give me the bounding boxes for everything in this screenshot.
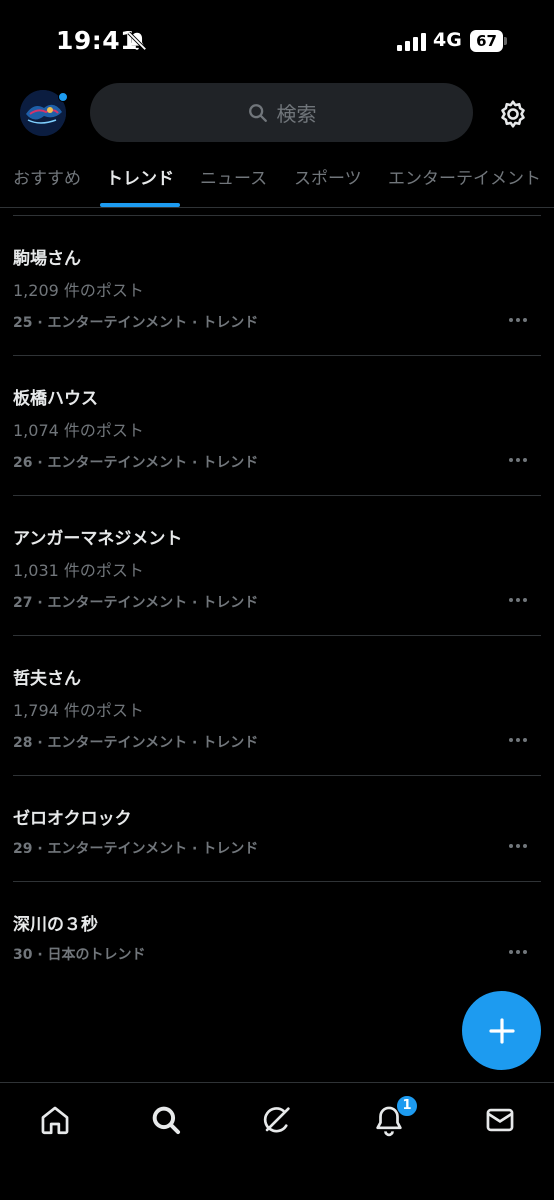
trend-meta: 28 · エンターテインメント · トレンド	[13, 735, 259, 751]
network-type: 4G	[433, 29, 462, 51]
compose-button[interactable]	[462, 991, 541, 1070]
battery-icon: 67	[470, 30, 507, 52]
search-icon[interactable]	[149, 1103, 183, 1137]
more-icon[interactable]	[508, 457, 528, 463]
plus-icon	[488, 1017, 515, 1044]
trend-post-count: 1,794 件のポスト	[13, 701, 144, 720]
avatar-status-dot	[58, 92, 68, 102]
grok-icon[interactable]	[260, 1103, 294, 1137]
tab-entertainment[interactable]: エンターテイメント	[388, 164, 541, 189]
trend-name: 深川の３秒	[13, 915, 98, 935]
trend-meta: 27 · エンターテインメント · トレンド	[13, 595, 259, 611]
home-icon[interactable]	[38, 1103, 72, 1137]
trend-item[interactable]: 板橋ハウス 1,074 件のポスト 26 · エンターテインメント · トレンド	[13, 355, 541, 495]
trend-item[interactable]: アンガーマネジメント 1,031 件のポスト 27 · エンターテインメント ·…	[13, 495, 541, 635]
status-bar: 19:41 4G 67	[0, 0, 554, 84]
notification-badge: 1	[396, 1095, 418, 1117]
more-icon[interactable]	[508, 317, 528, 323]
trend-item[interactable]: ゼロオクロック 29 · エンターテインメント · トレンド	[13, 775, 541, 881]
trend-meta: 29 · エンターテインメント · トレンド	[13, 841, 259, 857]
trend-name: 板橋ハウス	[13, 389, 98, 409]
tab-news[interactable]: ニュース	[200, 164, 267, 189]
more-icon[interactable]	[508, 949, 528, 955]
trend-post-count: 1,074 件のポスト	[13, 421, 144, 440]
more-icon[interactable]	[508, 737, 528, 743]
more-icon[interactable]	[508, 843, 528, 849]
trend-post-count: 1,209 件のポスト	[13, 281, 144, 300]
signal-icon	[397, 33, 426, 51]
search-input[interactable]: 検索	[90, 83, 473, 142]
search-placeholder: 検索	[276, 102, 317, 126]
bottom-nav: 1	[0, 1082, 554, 1200]
tab-trending[interactable]: トレンド	[106, 164, 174, 189]
trend-name: ゼロオクロック	[13, 809, 132, 829]
trend-post-count: 1,031 件のポスト	[13, 561, 144, 580]
battery-level: 67	[476, 32, 497, 50]
trend-meta: 25 · エンターテインメント · トレンド	[13, 315, 259, 331]
tab-sports[interactable]: スポーツ	[294, 164, 362, 189]
active-tab-indicator	[100, 203, 180, 207]
bell-off-icon	[127, 31, 147, 51]
trend-meta: 26 · エンターテインメント · トレンド	[13, 455, 259, 471]
trend-item[interactable]: 駒場さん 1,209 件のポスト 25 · エンターテインメント · トレンド	[13, 215, 541, 355]
gear-icon[interactable]	[496, 97, 530, 131]
tab-bar: おすすめ トレンド ニュース スポーツ エンターテイメント	[0, 148, 554, 208]
more-icon[interactable]	[508, 597, 528, 603]
trend-item[interactable]: 深川の３秒 30 · 日本のトレンド	[13, 881, 541, 987]
search-icon	[248, 103, 267, 122]
trend-name: アンガーマネジメント	[13, 529, 183, 549]
messages-icon[interactable]	[483, 1103, 517, 1137]
trend-list: 駒場さん 1,209 件のポスト 25 · エンターテインメント · トレンド …	[0, 215, 554, 987]
trend-meta: 30 · 日本のトレンド	[13, 947, 146, 963]
trend-item[interactable]: 哲夫さん 1,794 件のポスト 28 · エンターテインメント · トレンド	[13, 635, 541, 775]
trend-name: 駒場さん	[13, 249, 81, 269]
trend-name: 哲夫さん	[13, 669, 81, 689]
tab-for-you[interactable]: おすすめ	[13, 164, 81, 189]
